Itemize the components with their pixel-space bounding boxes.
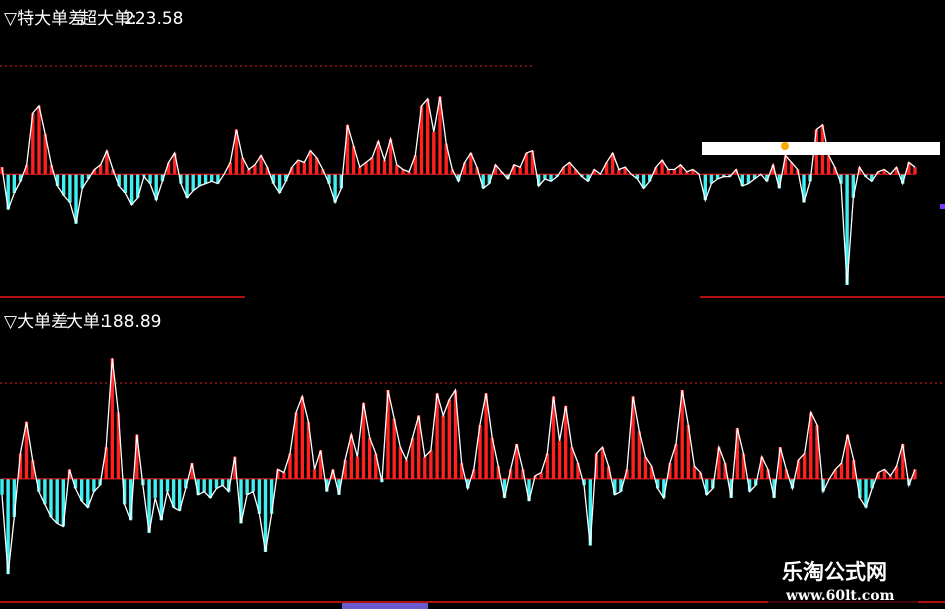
bar <box>62 174 66 196</box>
bar <box>68 174 72 203</box>
bar <box>245 478 249 495</box>
bar <box>300 396 304 479</box>
highlight-strip <box>702 142 940 155</box>
bar <box>358 167 362 175</box>
bar <box>447 399 451 479</box>
bar <box>643 456 648 479</box>
bar <box>210 174 214 182</box>
bar <box>312 469 317 479</box>
panel-title-1: ▽特大单差 <box>4 9 85 29</box>
bar <box>392 418 396 479</box>
bar <box>153 478 157 498</box>
bar <box>364 162 368 175</box>
bar <box>666 169 670 175</box>
bar <box>202 478 206 492</box>
readout-value-2: 188.89 <box>102 312 161 332</box>
readout-label-2: 大单: <box>66 312 106 332</box>
bar <box>370 157 374 175</box>
bar <box>432 131 436 175</box>
bar <box>518 167 522 175</box>
bottom-scroll-thumb[interactable] <box>342 603 428 609</box>
chart-root: ▽特大单差 超大单: 223.58 ▽大单差 大单: 188.89 乐淘公式网 … <box>0 0 945 609</box>
bar <box>220 478 225 486</box>
bar <box>355 456 360 479</box>
bar <box>49 478 53 517</box>
readout-value-1: 223.58 <box>124 9 183 29</box>
bar <box>398 447 402 479</box>
bar <box>302 162 306 175</box>
bar <box>672 169 677 175</box>
bar <box>803 453 807 479</box>
watermark-url: www.60lt.com <box>785 588 895 604</box>
watermark-name: 乐淘公式网 <box>782 559 887 584</box>
bar <box>0 478 4 495</box>
bar <box>55 478 59 524</box>
bar <box>426 98 430 175</box>
scroll-marker[interactable] <box>940 204 945 209</box>
bar <box>557 440 562 479</box>
chart-background <box>0 0 945 609</box>
bar <box>617 169 621 175</box>
bar <box>197 174 202 186</box>
bar <box>404 459 409 479</box>
bar <box>203 174 208 184</box>
bar <box>423 456 427 479</box>
bar <box>165 478 170 492</box>
panel-title-2: ▽大单差 <box>4 312 68 332</box>
bar <box>543 174 547 179</box>
bar <box>37 105 41 175</box>
bar <box>382 160 387 175</box>
watermark: 乐淘公式网 www.60lt.com <box>768 555 918 605</box>
bar <box>251 478 255 492</box>
bar <box>282 472 286 479</box>
bar <box>191 174 195 191</box>
bar <box>368 437 372 479</box>
bar <box>214 478 219 489</box>
bar <box>429 450 433 479</box>
bar <box>913 167 917 175</box>
orange-marker <box>781 142 789 150</box>
bar <box>441 415 445 479</box>
bar <box>839 463 844 479</box>
bar <box>123 174 128 193</box>
bar <box>129 174 134 205</box>
